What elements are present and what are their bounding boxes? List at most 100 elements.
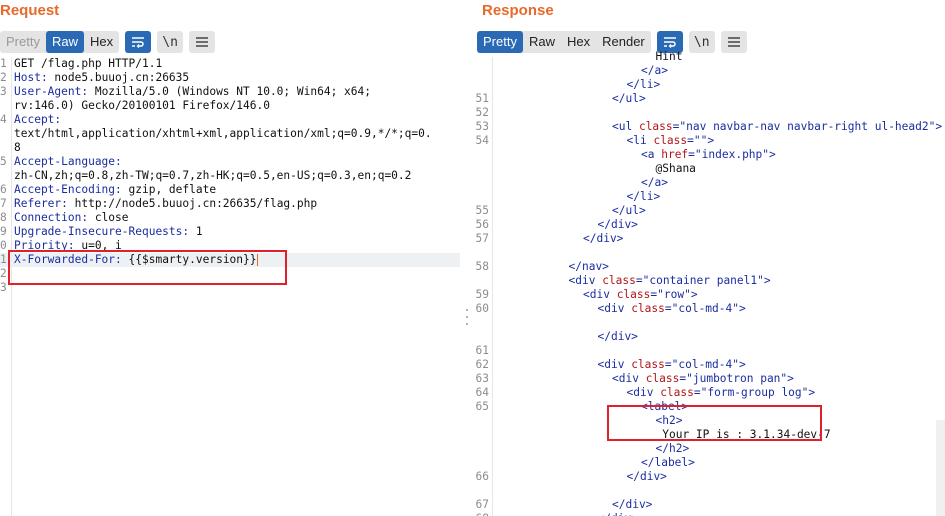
response-line: 64 <div class="form-group log"> xyxy=(472,386,945,400)
html-tag: <label> xyxy=(641,400,689,413)
response-line-text: </a> xyxy=(641,176,668,190)
html-tag: </div> xyxy=(597,218,638,231)
html-tag: > xyxy=(738,302,746,315)
response-line-text: <li class=""> xyxy=(627,134,715,148)
response-line-text: <ul class="nav navbar-nav navbar-right u… xyxy=(612,120,942,134)
html-tag: > xyxy=(690,288,698,301)
response-line: </a> xyxy=(472,64,945,78)
request-line: 8 xyxy=(0,141,460,155)
response-line: </a> xyxy=(472,176,945,190)
request-line: 1 GET /flag.php HTTP/1.1 xyxy=(0,57,460,71)
wrap-lines-icon[interactable] xyxy=(125,31,152,53)
response-line: Hint xyxy=(472,50,945,64)
response-line: 62 <div class="col-md-4"> xyxy=(472,358,945,372)
tab-hex[interactable]: Hex xyxy=(84,31,119,53)
html-tag: <div xyxy=(626,386,661,399)
request-line-text: Accept: xyxy=(14,113,61,127)
attr-value: "row" xyxy=(657,288,691,301)
html-tag: </a> xyxy=(641,176,668,189)
response-line: Your IP is : 3.1.34-dev-7 xyxy=(472,428,945,442)
response-line: </h2> xyxy=(472,442,945,456)
response-line-text: <a href="index.php"> xyxy=(641,148,776,162)
line-number: 51 xyxy=(475,92,489,105)
request-editor[interactable]: 1 GET /flag.php HTTP/1.1 2 Host: node5.buuo… xyxy=(0,57,460,516)
response-line: 52 xyxy=(472,106,945,120)
response-line: 51 </ul> xyxy=(472,92,945,106)
response-panel: Response Pretty Raw Hex Render \n Hint </… xyxy=(472,0,945,516)
line-number: 56 xyxy=(475,218,489,231)
response-line-text: Hint xyxy=(656,50,683,64)
line-number: 67 xyxy=(475,498,489,511)
response-line: 58 </nav> xyxy=(472,260,945,274)
request-line: 8 Connection: close xyxy=(0,211,460,225)
response-editor[interactable]: Hint </a> </li> 51 </ul> 52 53 <ul class="nav n… xyxy=(472,50,945,516)
response-line: </label> xyxy=(472,456,945,470)
html-tag: > xyxy=(808,386,816,399)
response-line: 65 <label> xyxy=(472,400,945,414)
line-number: 60 xyxy=(475,302,489,315)
response-line-text: </li> xyxy=(627,190,661,204)
response-line-text: <div class="container panel1"> xyxy=(569,274,771,288)
html-tag: > xyxy=(707,134,715,147)
line-number: 59 xyxy=(475,288,489,301)
response-line xyxy=(472,246,945,260)
panel-splitter-handle[interactable] xyxy=(465,309,469,325)
response-line: @Shana xyxy=(472,162,945,176)
header-value: http://node5.buuoj.cn:26635/flag.php xyxy=(67,197,318,210)
response-line-text: </div> xyxy=(583,232,623,246)
show-newlines-button[interactable]: \n xyxy=(157,31,184,53)
html-tag: </a> xyxy=(641,64,668,77)
line-number: 53 xyxy=(475,120,489,133)
text-node: Your IP is : 3.1.34-dev-7 xyxy=(655,428,831,441)
line-number: 8 xyxy=(0,211,7,224)
response-line: 57 </div> xyxy=(472,232,945,246)
response-title: Response xyxy=(482,2,554,19)
line-number: 2 xyxy=(0,267,7,280)
html-tag: <div xyxy=(597,358,632,371)
response-line: 53 <ul class="nav navbar-nav navbar-right… xyxy=(472,120,945,134)
response-line-text: <div class="col-md-4"> xyxy=(598,358,746,372)
response-line-text: <div class="jumbotron pan"> xyxy=(612,372,794,386)
request-title: Request xyxy=(0,2,60,19)
response-line: 68 </div> xyxy=(472,512,945,516)
tab-pretty[interactable]: Pretty xyxy=(0,31,46,53)
menu-icon[interactable] xyxy=(189,31,216,53)
header-name: Accept: xyxy=(14,113,62,126)
request-line: 6 Accept-Encoding: gzip, deflate xyxy=(0,183,460,197)
request-line-text: 8 xyxy=(14,141,21,155)
attr-value: "form-group log" xyxy=(700,386,809,399)
html-tag: </label> xyxy=(641,456,695,469)
response-line: <h2> xyxy=(472,414,945,428)
response-line-text: Your IP is : 3.1.34-dev-7 xyxy=(655,428,831,442)
response-line: 66 </div> xyxy=(472,470,945,484)
response-line: <div class="container panel1"> xyxy=(472,274,945,288)
html-tag: > xyxy=(769,148,776,161)
tab-raw[interactable]: Raw xyxy=(45,31,84,53)
response-line-text: <h2> xyxy=(656,414,683,428)
response-line-text: <div class="form-group log"> xyxy=(627,386,816,400)
html-tag: = xyxy=(664,302,672,315)
line-number: 0 xyxy=(0,239,7,252)
text-cursor xyxy=(256,254,258,266)
response-line xyxy=(472,484,945,498)
response-line-text: </div> xyxy=(627,470,667,484)
response-line: </li> xyxy=(472,190,945,204)
header-name: X-Forwarded-For: xyxy=(14,253,122,266)
header-value: 1 xyxy=(189,225,203,238)
header-value: GET /flag.php HTTP/1.1 xyxy=(14,57,163,70)
response-scrollbar[interactable] xyxy=(936,420,945,516)
html-tag: = xyxy=(664,358,672,371)
line-number: 68 xyxy=(472,512,489,516)
request-line: 2 Host: node5.buuoj.cn:26635 xyxy=(0,71,460,85)
header-value: u=0, i xyxy=(74,239,122,252)
text-node: Hint xyxy=(655,50,683,63)
html-tag: <div xyxy=(597,302,632,315)
request-line-text: zh-CN,zh;q=0.8,zh-TW;q=0.7,zh-HK;q=0.5,e… xyxy=(14,169,411,183)
html-tag: <h2> xyxy=(655,414,683,427)
attr-name: class xyxy=(638,120,673,133)
response-line-text: </ul> xyxy=(612,204,646,218)
response-line-text: <div class="row"> xyxy=(583,288,698,302)
header-value: text/html,application/xhtml+xml,applicat… xyxy=(14,127,432,140)
request-view-tabs: Pretty Raw Hex xyxy=(0,31,120,53)
response-line: <a href="index.php"> xyxy=(472,148,945,162)
